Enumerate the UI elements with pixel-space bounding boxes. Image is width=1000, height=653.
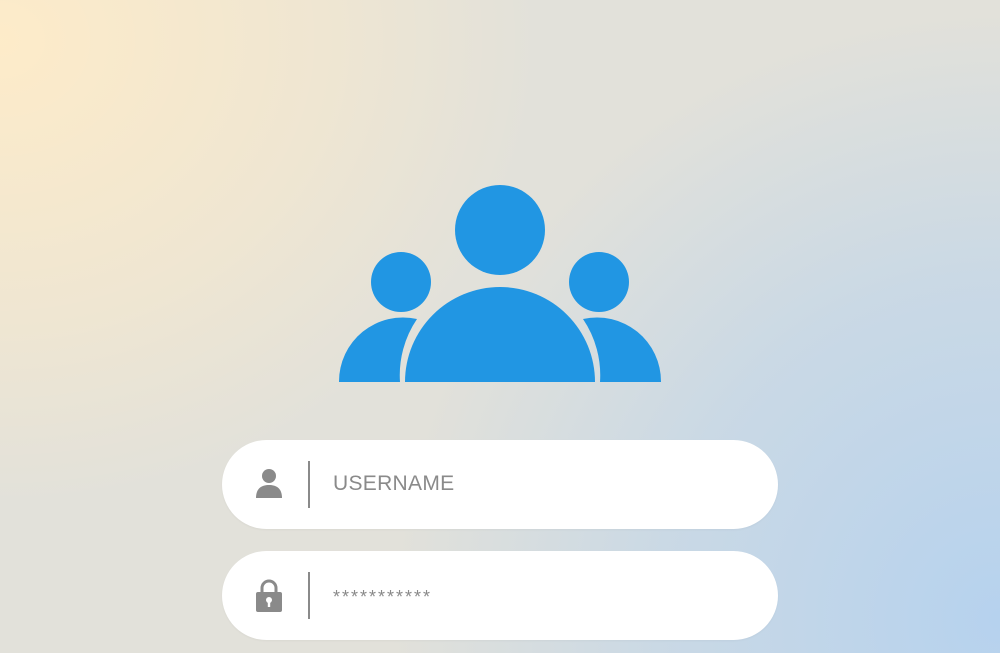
username-field[interactable] <box>222 439 778 529</box>
field-divider <box>308 461 310 508</box>
users-group-icon <box>338 185 662 382</box>
password-field[interactable] <box>222 551 778 642</box>
password-input[interactable] <box>333 553 733 642</box>
lock-icon <box>256 579 282 612</box>
field-divider <box>308 572 310 619</box>
user-icon <box>256 469 282 498</box>
username-input[interactable] <box>333 439 733 528</box>
